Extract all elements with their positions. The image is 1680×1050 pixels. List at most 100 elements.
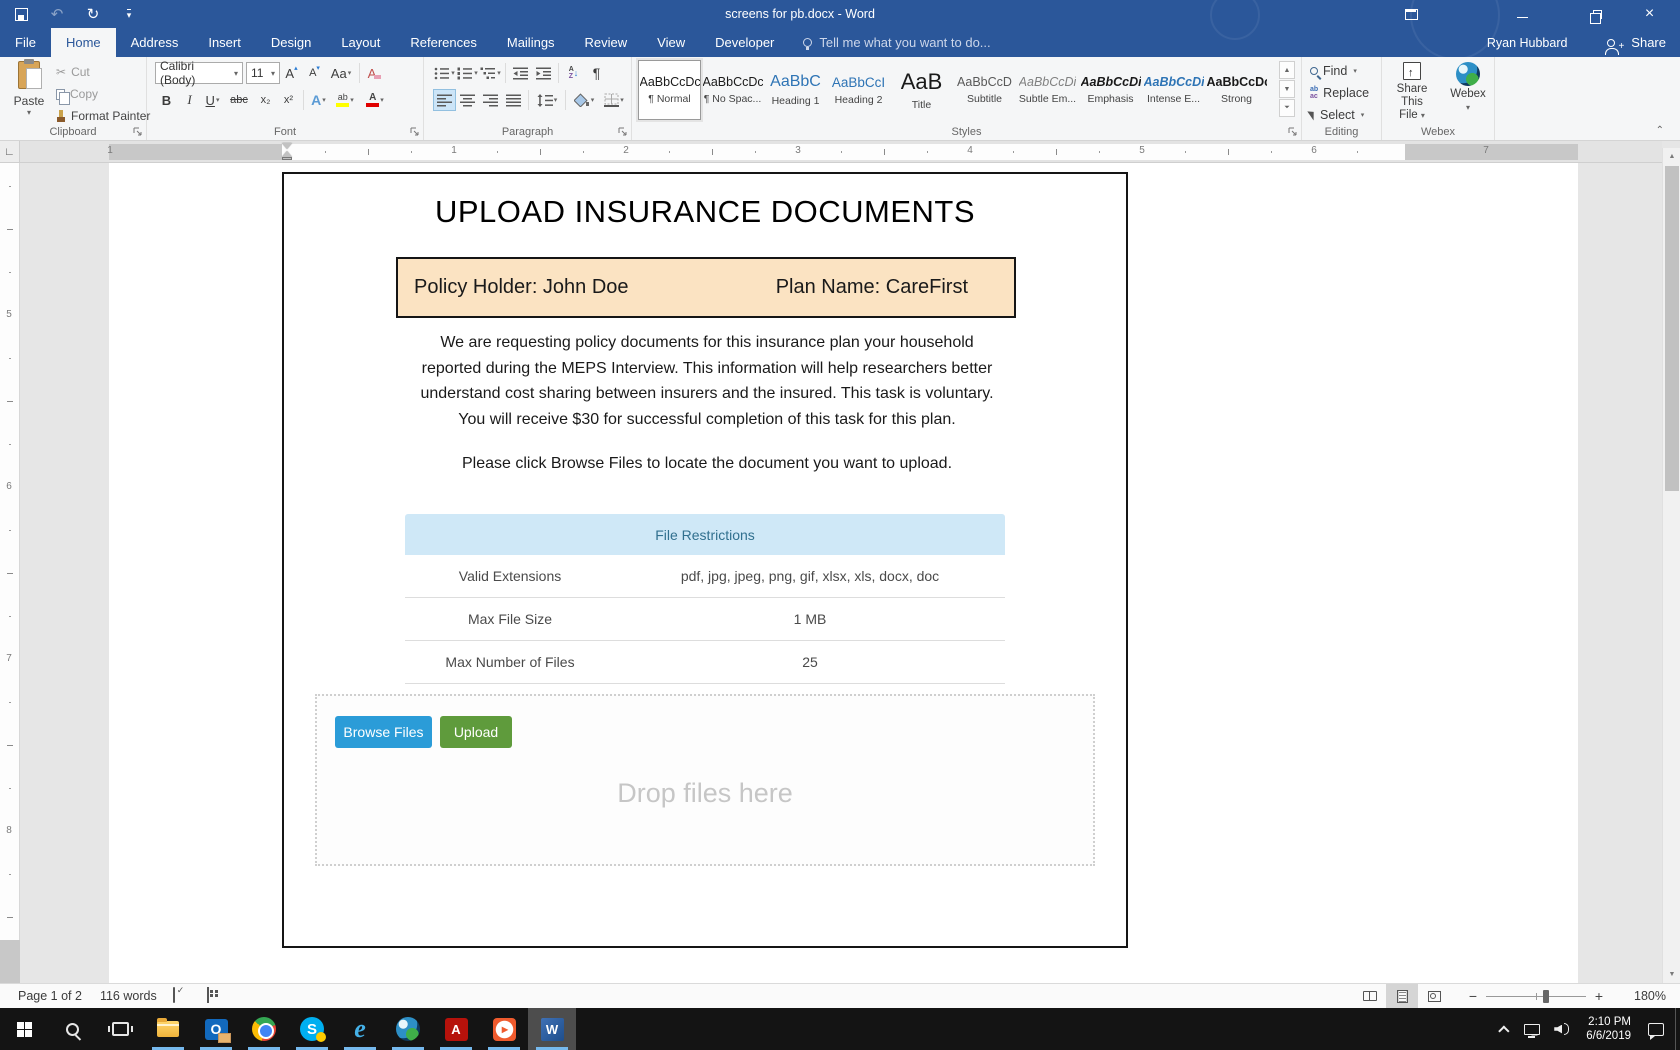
web-layout-button[interactable]	[1418, 984, 1450, 1008]
find-button[interactable]: Find▾	[1310, 61, 1369, 80]
taskbar-search-button[interactable]	[48, 1008, 96, 1050]
shading-button[interactable]: ▾	[569, 89, 599, 111]
font-name-combobox[interactable]: Calibri (Body)▾	[155, 62, 243, 84]
tab-view[interactable]: View	[642, 28, 700, 57]
taskbar-clock[interactable]: 2:10 PM 6/6/2019	[1576, 1015, 1641, 1043]
vertical-scrollbar[interactable]: ▲ ▼	[1662, 148, 1680, 983]
superscript-button[interactable]: x²	[277, 89, 300, 111]
network-status-button[interactable]	[1517, 1008, 1547, 1050]
browse-files-button[interactable]: Browse Files	[335, 716, 432, 748]
select-button[interactable]: Select▾	[1310, 105, 1369, 124]
style-subtle-em[interactable]: AaBbCcDiSubtle Em...	[1016, 60, 1079, 120]
increase-indent-button[interactable]	[532, 62, 555, 84]
chrome-button[interactable]	[240, 1008, 288, 1050]
align-right-button[interactable]	[479, 89, 502, 111]
tray-expand-button[interactable]	[1495, 1008, 1517, 1050]
clipboard-dialog-launcher[interactable]	[133, 127, 143, 137]
style-intense-e[interactable]: AaBbCcDiIntense E...	[1142, 60, 1205, 120]
numbering-button[interactable]: ▾	[456, 62, 479, 84]
upload-button[interactable]: Upload	[440, 716, 512, 748]
volume-button[interactable]	[1547, 1008, 1576, 1050]
styles-scroll-down-button[interactable]: ▼	[1279, 80, 1295, 98]
tab-developer[interactable]: Developer	[700, 28, 789, 57]
line-spacing-button[interactable]: ▾	[532, 89, 562, 111]
file-explorer-button[interactable]	[144, 1008, 192, 1050]
tab-insert[interactable]: Insert	[193, 28, 256, 57]
tab-layout[interactable]: Layout	[326, 28, 395, 57]
tab-home[interactable]: Home	[51, 28, 116, 57]
file-drop-zone[interactable]: Browse Files Upload Drop files here	[315, 694, 1095, 866]
paragraph-dialog-launcher[interactable]	[618, 127, 628, 137]
start-button[interactable]	[0, 1008, 48, 1050]
webex-button[interactable]	[384, 1008, 432, 1050]
horizontal-ruler[interactable]: 12345671	[20, 141, 1662, 163]
internet-explorer-button[interactable]: e	[336, 1008, 384, 1050]
replace-button[interactable]: abacReplace	[1310, 83, 1369, 102]
shrink-font-button[interactable]: A▾	[303, 62, 326, 84]
bullets-button[interactable]: ▾	[433, 62, 456, 84]
tab-design[interactable]: Design	[256, 28, 326, 57]
format-painter-button[interactable]: Format Painter	[56, 107, 150, 125]
copy-button[interactable]: Copy	[56, 85, 150, 103]
restore-button[interactable]	[1573, 0, 1618, 28]
skype-button[interactable]: S	[288, 1008, 336, 1050]
font-dialog-launcher[interactable]	[410, 127, 420, 137]
read-mode-button[interactable]	[1354, 984, 1386, 1008]
zoom-level[interactable]: 180%	[1614, 989, 1666, 1003]
style-heading-1[interactable]: AaBbCHeading 1	[764, 60, 827, 120]
style-strong[interactable]: AaBbCcDcStrong	[1205, 60, 1268, 120]
print-layout-button[interactable]	[1386, 984, 1418, 1008]
style-emphasis[interactable]: AaBbCcDiEmphasis	[1079, 60, 1142, 120]
page-indicator[interactable]: Page 1 of 2	[18, 989, 82, 1003]
zoom-in-button[interactable]: +	[1590, 988, 1608, 1004]
tab-review[interactable]: Review	[570, 28, 643, 57]
media-player-button[interactable]: ▶	[480, 1008, 528, 1050]
text-effects-button[interactable]: A▾	[307, 89, 330, 111]
font-size-combobox[interactable]: 11▾	[246, 62, 280, 84]
customize-quick-access-button[interactable]: ▾	[118, 3, 140, 25]
show-formatting-marks-button[interactable]: ¶	[585, 62, 608, 84]
italic-button[interactable]: I	[178, 89, 201, 111]
scroll-up-button[interactable]: ▲	[1663, 148, 1680, 165]
decrease-indent-button[interactable]	[509, 62, 532, 84]
scrollbar-thumb[interactable]	[1665, 166, 1679, 491]
align-center-button[interactable]	[456, 89, 479, 111]
share-this-file-button[interactable]: Share This File ▾	[1386, 60, 1438, 122]
share-button[interactable]: + Share	[1593, 28, 1680, 57]
tab-address[interactable]: Address	[116, 28, 194, 57]
strikethrough-button[interactable]: abc	[224, 89, 254, 111]
tab-mailings[interactable]: Mailings	[492, 28, 570, 57]
collapse-ribbon-button[interactable]: ⌃	[1656, 125, 1664, 136]
justify-button[interactable]	[502, 89, 525, 111]
clear-formatting-button[interactable]: A	[363, 62, 386, 84]
macro-recording-button[interactable]	[207, 988, 225, 1004]
underline-button[interactable]: U▾	[201, 89, 224, 111]
bold-button[interactable]: B	[155, 89, 178, 111]
grow-font-button[interactable]: A▴	[280, 62, 303, 84]
cut-button[interactable]: ✂Cut	[56, 63, 150, 81]
styles-dialog-launcher[interactable]	[1288, 127, 1298, 137]
close-button[interactable]: ×	[1627, 0, 1672, 28]
undo-button[interactable]: ↶	[46, 3, 68, 25]
text-highlight-button[interactable]: ab▾	[330, 89, 360, 111]
multilevel-list-button[interactable]: ▾	[479, 62, 502, 84]
word-count[interactable]: 116 words	[100, 989, 157, 1003]
zoom-slider-thumb[interactable]	[1543, 990, 1549, 1003]
style-no-spac[interactable]: AaBbCcDc¶ No Spac...	[701, 60, 764, 120]
styles-scroll-up-button[interactable]: ▲	[1279, 61, 1295, 79]
zoom-slider[interactable]	[1486, 996, 1586, 997]
style-normal[interactable]: AaBbCcDc¶ Normal	[638, 60, 701, 120]
tab-references[interactable]: References	[395, 28, 491, 57]
adobe-reader-button[interactable]: A	[432, 1008, 480, 1050]
style-subtitle[interactable]: AaBbCcDSubtitle	[953, 60, 1016, 120]
indent-markers[interactable]	[282, 143, 294, 161]
align-left-button[interactable]	[433, 89, 456, 111]
sort-button[interactable]: AZ↓	[562, 62, 585, 84]
ribbon-display-options-button[interactable]	[1389, 0, 1434, 28]
scroll-down-button[interactable]: ▼	[1663, 966, 1680, 983]
borders-button[interactable]: ▾	[599, 89, 629, 111]
zoom-out-button[interactable]: −	[1464, 988, 1482, 1004]
vertical-ruler[interactable]: 5678	[0, 163, 20, 983]
minimize-button[interactable]	[1500, 0, 1545, 28]
word-button[interactable]: W	[528, 1008, 576, 1050]
